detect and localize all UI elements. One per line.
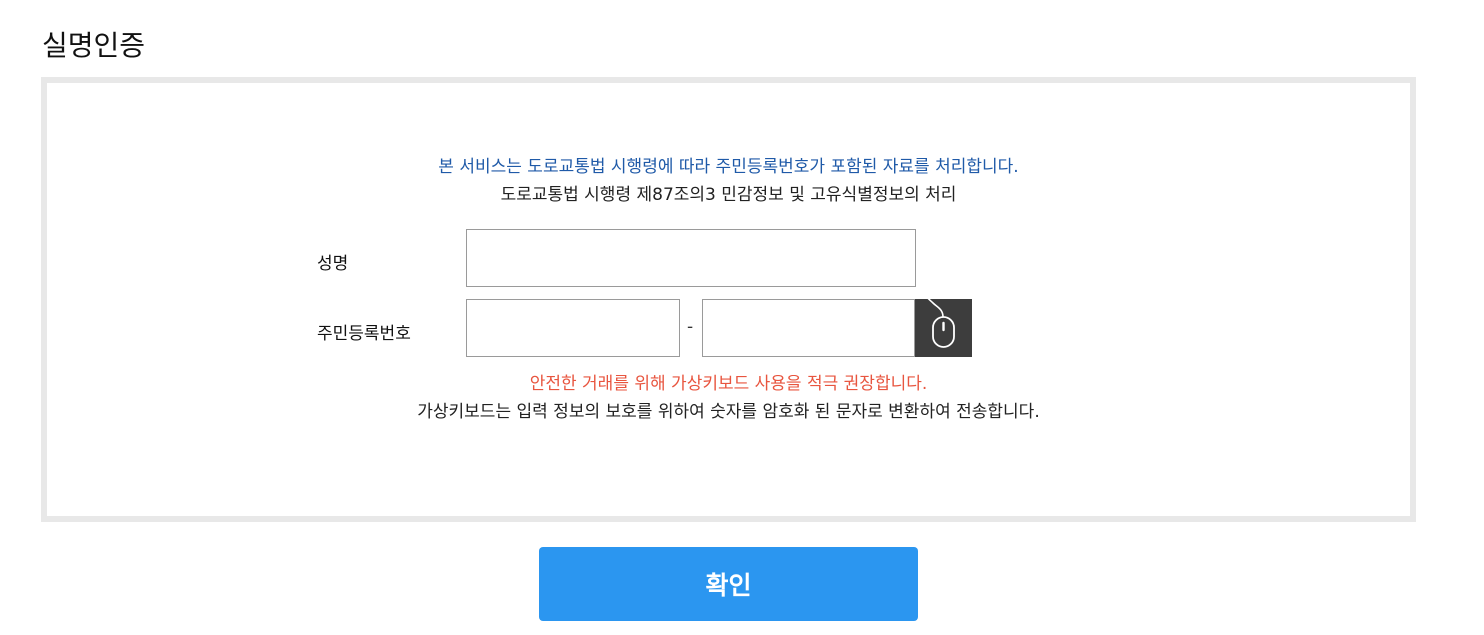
name-input[interactable]: [466, 229, 916, 287]
rrn-front-input[interactable]: [466, 299, 680, 357]
confirm-button[interactable]: 확인: [539, 547, 918, 621]
verification-panel: 본 서비스는 도로교통법 시행령에 따라 주민등록번호가 포함된 자료를 처리합…: [41, 77, 1416, 522]
rrn-label: 주민등록번호: [317, 324, 411, 344]
virtual-keyboard-description: 가상키보드는 입력 정보의 보호를 위하여 숫자를 암호화 된 문자로 변환하여…: [417, 402, 1040, 422]
mouse-icon: [927, 299, 955, 348]
notice-service-text: 본 서비스는 도로교통법 시행령에 따라 주민등록번호가 포함된 자료를 처리합…: [438, 157, 1019, 177]
page-title: 실명인증: [42, 29, 146, 62]
virtual-keyboard-button[interactable]: [915, 299, 972, 357]
rrn-back-input[interactable]: [702, 299, 915, 357]
rrn-separator: -: [687, 317, 694, 337]
virtual-keyboard-recommendation: 안전한 거래를 위해 가상키보드 사용을 적극 권장합니다.: [529, 374, 928, 394]
real-name-verification-page: 실명인증 본 서비스는 도로교통법 시행령에 따라 주민등록번호가 포함된 자료…: [0, 0, 1484, 635]
name-label: 성명: [317, 254, 349, 274]
notice-law-text: 도로교통법 시행령 제87조의3 민감정보 및 고유식별정보의 처리: [500, 185, 957, 205]
